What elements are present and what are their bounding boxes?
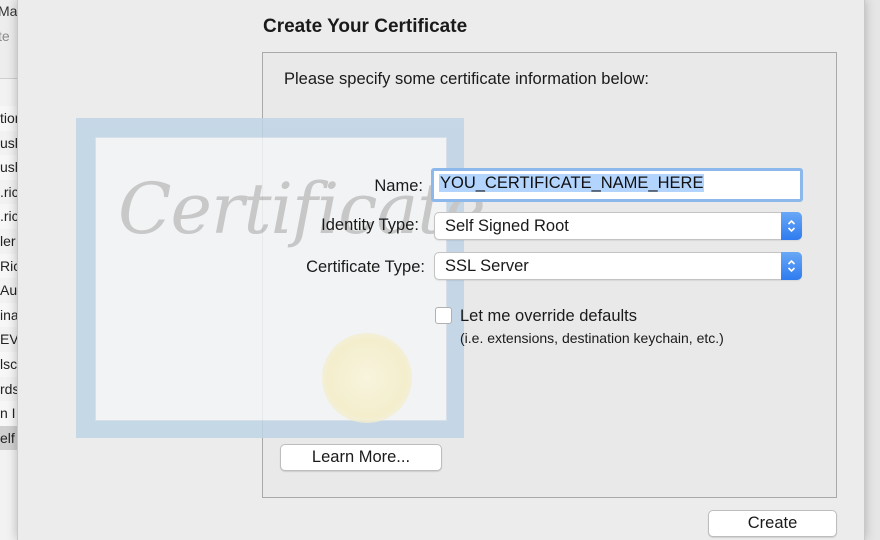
chevron-up-down-icon <box>781 212 802 240</box>
seal-icon <box>322 333 412 423</box>
create-certificate-sheet: Create Your Certificate Please specify s… <box>17 0 865 540</box>
name-label: Name: <box>374 177 423 195</box>
certificate-type-value: SSL Server <box>445 257 529 275</box>
learn-more-button[interactable]: Learn More... <box>280 444 442 471</box>
override-defaults-checkbox[interactable] <box>435 307 452 324</box>
dialog-title: Create Your Certificate <box>263 16 468 37</box>
override-defaults-label[interactable]: Let me override defaults <box>460 307 637 326</box>
identity-type-value: Self Signed Root <box>445 217 569 235</box>
identity-type-select[interactable]: Self Signed Root <box>434 212 802 240</box>
chevron-up-down-icon <box>781 252 802 280</box>
background-text: Ma <box>0 3 18 19</box>
certificate-type-label: Certificate Type: <box>306 258 425 276</box>
certificate-artwork: Certificate <box>76 118 486 438</box>
name-field[interactable]: YOU_CERTIFICATE_NAME_HERE <box>431 168 803 202</box>
intro-text: Please specify some certificate informat… <box>284 70 649 88</box>
certificate-type-select[interactable]: SSL Server <box>434 252 802 280</box>
identity-type-label: Identity Type: <box>321 216 419 234</box>
override-defaults-hint: (i.e. extensions, destination keychain, … <box>460 330 724 346</box>
background-text: te <box>0 28 10 44</box>
create-button[interactable]: Create <box>708 510 837 537</box>
name-field-value: YOU_CERTIFICATE_NAME_HERE <box>439 174 705 192</box>
